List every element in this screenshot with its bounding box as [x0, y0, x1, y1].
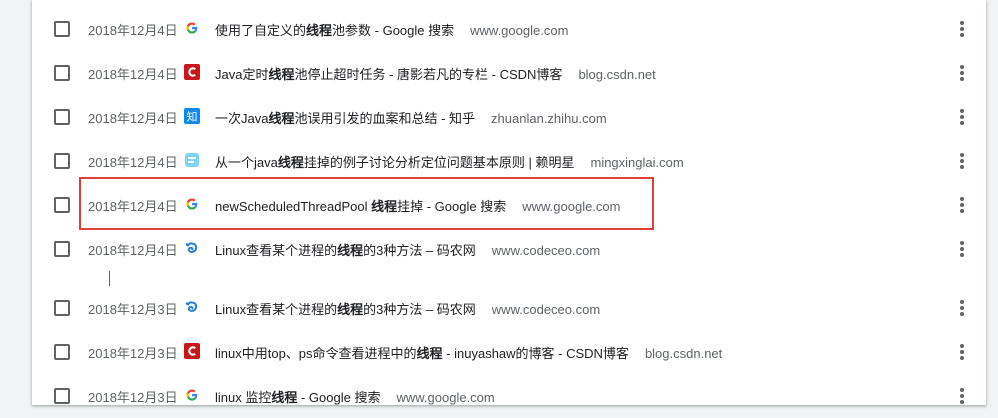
history-row[interactable]: 2018年12月4日 使用了自定义的线程池参数 - Google 搜索 www.g… — [32, 7, 986, 51]
history-domain: zhuanlan.zhihu.com — [491, 111, 607, 126]
history-title-link[interactable]: Java定时线程池停止超时任务 - 唐影若凡的专栏 - CSDN博客 — [215, 67, 562, 82]
history-domain: blog.csdn.net — [578, 67, 656, 82]
history-row[interactable]: 2018年12月4日 Linux查看某个进程的线程的3种方法 – 码农网 www.… — [32, 227, 986, 271]
zhihu-icon: 知 — [184, 108, 200, 124]
text-cursor — [109, 271, 110, 286]
select-checkbox[interactable] — [54, 300, 70, 316]
codeceo-icon — [184, 299, 200, 315]
history-title-link[interactable]: 使用了自定义的线程池参数 - Google 搜索 — [215, 23, 454, 38]
history-domain: www.google.com — [522, 199, 621, 214]
codeceo-icon — [184, 240, 200, 256]
select-checkbox[interactable] — [54, 21, 70, 37]
google-icon — [184, 196, 200, 212]
select-checkbox[interactable] — [54, 344, 70, 360]
google-icon — [184, 387, 200, 403]
history-title-link[interactable]: linux 监控线程 - Google 搜索 — [215, 390, 380, 405]
history-title-link[interactable]: newScheduledThreadPool 线程挂掉 - Google 搜索 — [215, 199, 506, 214]
history-row[interactable]: 2018年12月3日 Linux查看某个进程的线程的3种方法 – 码农网 www.… — [32, 286, 986, 330]
more-actions-button[interactable] — [950, 384, 974, 408]
visit-date: 2018年12月4日 — [88, 199, 178, 214]
google-icon — [184, 20, 200, 36]
history-domain: www.codeceo.com — [491, 302, 601, 317]
history-title-link[interactable]: 从一个java线程挂掉的例子讨论分析定位问题基本原则 | 赖明星 — [215, 155, 574, 170]
select-checkbox[interactable] — [54, 109, 70, 125]
svg-text:知: 知 — [187, 110, 198, 124]
history-domain: blog.csdn.net — [644, 346, 723, 361]
more-actions-button[interactable] — [950, 296, 974, 320]
more-actions-button[interactable] — [950, 340, 974, 364]
history-row[interactable]: 2018年12月3日 linux中用top、ps命令查看进程中的线程 - inu… — [32, 330, 986, 374]
history-row[interactable]: 2018年12月4日 知 一次Java线程池误用引发的血案和总结 - 知乎 zhu… — [32, 95, 986, 139]
history-row[interactable]: 2018年12月4日 newScheduledThreadPool 线程挂掉 -… — [32, 183, 986, 227]
history-title-link[interactable]: 一次Java线程池误用引发的血案和总结 - 知乎 — [215, 111, 475, 126]
more-actions-button[interactable] — [950, 105, 974, 129]
history-title-link[interactable]: Linux查看某个进程的线程的3种方法 – 码农网 — [215, 302, 476, 317]
visit-date: 2018年12月4日 — [88, 155, 178, 170]
select-checkbox[interactable] — [54, 153, 70, 169]
select-checkbox[interactable] — [54, 241, 70, 257]
csdn-icon — [184, 343, 200, 359]
history-domain: www.google.com — [470, 23, 569, 38]
visit-date: 2018年12月4日 — [88, 67, 178, 82]
more-actions-button[interactable] — [950, 237, 974, 261]
blog-icon — [184, 152, 200, 168]
history-domain: www.google.com — [396, 390, 495, 405]
history-row[interactable]: 2018年12月3日 linux 监控线程 - Google 搜索 www.goo… — [32, 374, 986, 418]
history-list: 2018年12月4日 使用了自定义的线程池参数 - Google 搜索 www.g… — [32, 0, 986, 405]
history-domain: mingxinglai.com — [590, 155, 684, 170]
visit-date: 2018年12月3日 — [88, 390, 178, 405]
history-row[interactable]: 2018年12月4日 Java定时线程池停止超时任务 - 唐影若凡的专栏 - C… — [32, 51, 986, 95]
visit-date: 2018年12月4日 — [88, 243, 178, 258]
more-actions-button[interactable] — [950, 149, 974, 173]
more-actions-button[interactable] — [950, 61, 974, 85]
visit-date: 2018年12月4日 — [88, 23, 178, 38]
history-title-link[interactable]: Linux查看某个进程的线程的3种方法 – 码农网 — [215, 243, 476, 258]
select-checkbox[interactable] — [54, 65, 70, 81]
visit-date: 2018年12月3日 — [88, 302, 178, 317]
select-checkbox[interactable] — [54, 388, 70, 404]
history-title-link[interactable]: linux中用top、ps命令查看进程中的线程 - inuyashaw的博客 -… — [215, 346, 629, 361]
csdn-icon — [184, 64, 200, 80]
visit-date: 2018年12月4日 — [88, 111, 178, 126]
more-actions-button[interactable] — [950, 193, 974, 217]
history-row[interactable]: 2018年12月4日 从一个java线程挂掉的例子讨论分析定位问题基本原则 | … — [32, 139, 986, 183]
history-domain: www.codeceo.com — [491, 243, 601, 258]
more-actions-button[interactable] — [950, 17, 974, 41]
select-checkbox[interactable] — [54, 197, 70, 213]
visit-date: 2018年12月3日 — [88, 346, 178, 361]
